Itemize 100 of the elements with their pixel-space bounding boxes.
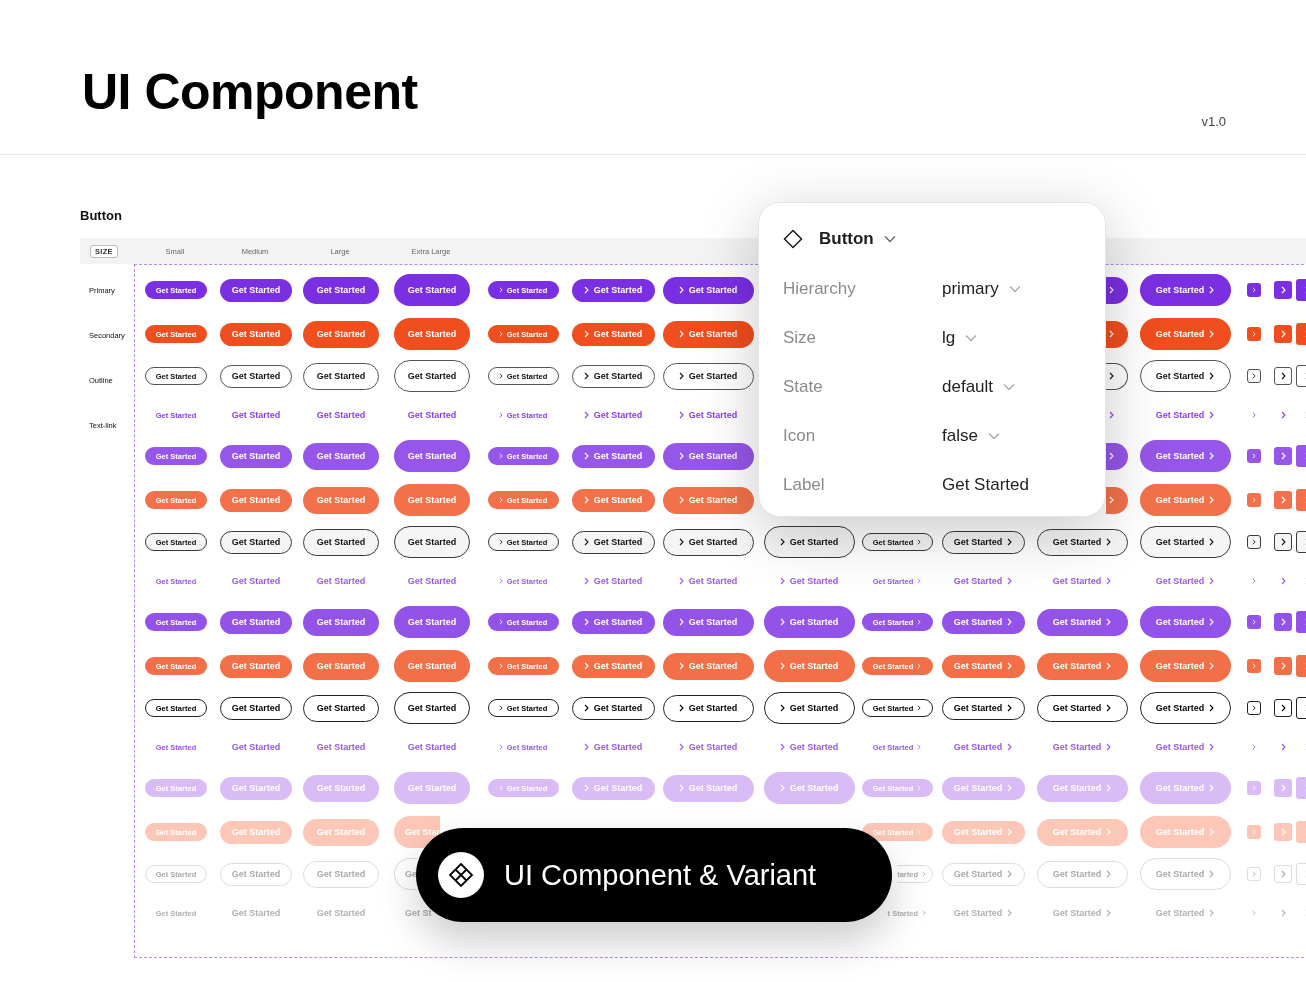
secondary-button[interactable]: Get Started — [571, 322, 655, 346]
text-link[interactable]: Get Started — [941, 735, 1025, 759]
text-link[interactable]: Get Started — [1036, 733, 1128, 761]
secondary-button[interactable]: Get Started — [394, 318, 470, 350]
outline-button[interactable]: Get Started — [303, 362, 379, 390]
outline-button[interactable]: Get Started — [1139, 360, 1231, 392]
property-dropdown[interactable]: default — [942, 376, 1016, 397]
text-link[interactable]: Get Started — [1139, 399, 1231, 431]
text-link[interactable]: Get Started — [1139, 731, 1231, 763]
primary-button[interactable] — [1106, 276, 1128, 304]
secondary-button[interactable]: Get Started — [662, 320, 754, 348]
text-link[interactable]: Get Started — [763, 731, 855, 763]
text-link[interactable]: Get Started — [394, 399, 470, 431]
text-link[interactable]: Get Started — [394, 565, 470, 597]
primary-button[interactable]: Get Started — [303, 608, 379, 636]
primary-button[interactable]: Get Started — [1139, 274, 1231, 306]
primary-button[interactable]: Get Started — [1036, 608, 1128, 636]
secondary-button[interactable] — [1106, 320, 1128, 348]
text-link[interactable]: Get Started — [303, 733, 379, 761]
outline-button[interactable]: Get Started — [303, 528, 379, 556]
property-dropdown[interactable]: primary — [942, 278, 1021, 299]
secondary-button[interactable]: Get Started — [303, 320, 379, 348]
primary-button[interactable]: Get Started — [394, 606, 470, 638]
outline-button[interactable]: Get Started — [662, 362, 754, 390]
outline-button[interactable]: Get Started — [763, 692, 855, 724]
outline-button[interactable] — [1106, 362, 1128, 390]
text-link[interactable]: Get Started — [571, 403, 655, 427]
primary-button[interactable]: Get Started — [662, 276, 754, 304]
text-link[interactable]: Get Started — [220, 735, 292, 759]
primary-button[interactable]: Get Started — [220, 610, 292, 634]
primary-button[interactable]: Get Started — [303, 442, 379, 470]
secondary-button[interactable]: Get Started — [303, 652, 379, 680]
outline-button[interactable]: Get Started — [220, 364, 292, 388]
secondary-button[interactable]: Get Started — [571, 488, 655, 512]
outline-button[interactable]: Get Started — [571, 696, 655, 720]
property-dropdown[interactable]: lg — [942, 327, 978, 348]
primary-button[interactable]: Get Started — [394, 274, 470, 306]
secondary-button[interactable]: Get Started — [662, 652, 754, 680]
primary-button[interactable]: Get Started — [662, 442, 754, 470]
text-link[interactable]: Get Started — [220, 569, 292, 593]
outline-button[interactable]: Get Started — [394, 526, 470, 558]
outline-button[interactable]: Get Started — [571, 364, 655, 388]
secondary-button[interactable]: Get Started — [220, 322, 292, 346]
outline-button[interactable]: Get Started — [1139, 692, 1231, 724]
primary-button[interactable]: Get Started — [303, 276, 379, 304]
primary-button[interactable]: Get Started — [220, 278, 292, 302]
text-link[interactable]: Get Started — [394, 731, 470, 763]
outline-button[interactable]: Get Started — [1139, 526, 1231, 558]
outline-button[interactable]: Get Started — [220, 530, 292, 554]
secondary-button[interactable]: Get Started — [394, 484, 470, 516]
primary-button[interactable]: Get Started — [394, 440, 470, 472]
text-link[interactable]: Get Started — [941, 569, 1025, 593]
secondary-button[interactable]: Get Started — [303, 486, 379, 514]
outline-button[interactable]: Get Started — [1036, 528, 1128, 556]
outline-button[interactable]: Get Started — [763, 526, 855, 558]
secondary-button[interactable] — [1106, 486, 1128, 514]
text-link[interactable]: Get Started — [303, 567, 379, 595]
secondary-button[interactable]: Get Started — [1139, 484, 1231, 516]
primary-button[interactable]: Get Started — [1139, 440, 1231, 472]
text-link[interactable]: Get Started — [220, 403, 292, 427]
property-dropdown[interactable]: false — [942, 425, 1000, 446]
secondary-button[interactable]: Get Started — [1139, 318, 1231, 350]
secondary-button[interactable]: Get Started — [1036, 652, 1128, 680]
secondary-button[interactable]: Get Started — [220, 654, 292, 678]
text-link[interactable]: Get Started — [1139, 565, 1231, 597]
property-text-field[interactable]: Get Started — [942, 474, 1029, 495]
text-link[interactable]: Get Started — [662, 733, 754, 761]
text-link[interactable]: Get Started — [571, 735, 655, 759]
primary-button[interactable]: Get Started — [220, 444, 292, 468]
outline-button[interactable]: Get Started — [394, 692, 470, 724]
text-link[interactable]: Get Started — [662, 401, 754, 429]
primary-button[interactable]: Get Started — [1139, 606, 1231, 638]
primary-button[interactable] — [1106, 442, 1128, 470]
text-link[interactable]: Get Started — [1036, 567, 1128, 595]
secondary-button[interactable]: Get Started — [1139, 650, 1231, 682]
text-link[interactable]: Get Started — [763, 565, 855, 597]
outline-button[interactable]: Get Started — [662, 694, 754, 722]
outline-button[interactable]: Get Started — [303, 694, 379, 722]
text-link[interactable]: Get Started — [303, 401, 379, 429]
secondary-button[interactable]: Get Started — [220, 488, 292, 512]
primary-button[interactable]: Get Started — [662, 608, 754, 636]
outline-button[interactable]: Get Started — [394, 360, 470, 392]
primary-button[interactable]: Get Started — [571, 278, 655, 302]
primary-button[interactable]: Get Started — [571, 444, 655, 468]
text-link[interactable]: Get Started — [662, 567, 754, 595]
primary-button[interactable]: Get Started — [571, 610, 655, 634]
secondary-button[interactable]: Get Started — [571, 654, 655, 678]
secondary-button[interactable]: Get Started — [662, 486, 754, 514]
secondary-button[interactable]: Get Started — [394, 650, 470, 682]
outline-button[interactable]: Get Started — [1036, 694, 1128, 722]
outline-button[interactable]: Get Started — [571, 530, 655, 554]
primary-button[interactable]: Get Started — [941, 610, 1025, 634]
outline-button[interactable]: Get Started — [941, 696, 1025, 720]
secondary-button[interactable]: Get Started — [941, 654, 1025, 678]
outline-button[interactable]: Get Started — [662, 528, 754, 556]
primary-button[interactable]: Get Started — [763, 606, 855, 638]
text-link[interactable]: Get Started — [571, 569, 655, 593]
outline-button[interactable]: Get Started — [220, 696, 292, 720]
outline-button[interactable]: Get Started — [941, 530, 1025, 554]
secondary-button[interactable]: Get Started — [763, 650, 855, 682]
